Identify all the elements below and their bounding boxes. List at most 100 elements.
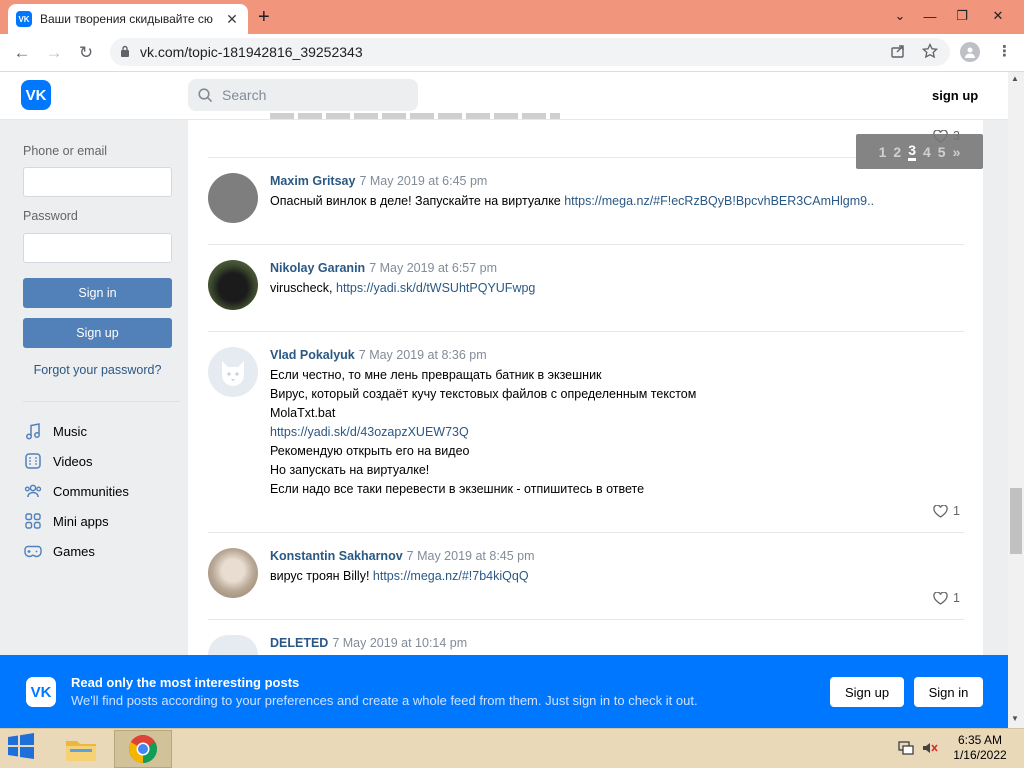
lock-icon bbox=[120, 45, 130, 60]
post-line: вирус троян Billy! bbox=[270, 569, 373, 583]
avatar[interactable] bbox=[208, 347, 258, 397]
share-icon[interactable] bbox=[890, 43, 906, 63]
avatar[interactable] bbox=[208, 173, 258, 223]
back-button[interactable]: ← bbox=[9, 40, 35, 66]
password-field[interactable] bbox=[23, 233, 172, 263]
window-minimize-button[interactable]: — bbox=[915, 2, 945, 30]
page-link-current[interactable]: 3 bbox=[908, 142, 916, 161]
previous-post-text-cutoff bbox=[270, 113, 560, 120]
chrome-taskbar-icon[interactable] bbox=[114, 730, 172, 768]
page-link[interactable]: 4 bbox=[923, 144, 931, 160]
browser-menu-icon[interactable]: ⋮ bbox=[997, 42, 1012, 60]
tab-close-icon[interactable]: ✕ bbox=[224, 11, 240, 28]
scroll-up-arrow-icon[interactable]: ▲ bbox=[1011, 74, 1019, 83]
sidebar-item-label: Mini apps bbox=[53, 513, 109, 529]
sidebar-item-label: Music bbox=[53, 423, 87, 439]
page-next-link[interactable]: » bbox=[953, 144, 961, 160]
videos-icon bbox=[24, 452, 42, 470]
page-link[interactable]: 1 bbox=[879, 144, 887, 160]
avatar[interactable] bbox=[208, 548, 258, 598]
windows-start-icon[interactable] bbox=[6, 733, 40, 763]
post-link[interactable]: https://yadi.sk/d/tWSUhtPQYUFwpg bbox=[336, 281, 535, 295]
search-icon bbox=[198, 87, 213, 102]
post-separator bbox=[208, 244, 964, 245]
sidebar-item-mini-apps[interactable]: Mini apps bbox=[24, 512, 109, 530]
tab-search-chevron-down-icon[interactable]: ⌄ bbox=[885, 2, 915, 30]
page-link[interactable]: 2 bbox=[893, 144, 901, 160]
volume-muted-icon[interactable] bbox=[921, 740, 939, 759]
post-header: DELETED 7 May 2019 at 10:14 pm bbox=[270, 635, 467, 650]
sidebar-item-communities[interactable]: Communities bbox=[24, 482, 129, 500]
post-line: Но запускать на виртуалке! bbox=[270, 463, 430, 477]
communities-icon bbox=[24, 482, 42, 500]
browser-tab[interactable]: VK Ваши творения скидывайте сю ✕ bbox=[8, 4, 248, 34]
like-count: 1 bbox=[953, 591, 960, 605]
tab-title: Ваши творения скидывайте сю bbox=[40, 12, 213, 26]
author-name[interactable]: Vlad Pokalyuk bbox=[270, 348, 355, 362]
sidebar-divider bbox=[23, 401, 180, 402]
scroll-down-arrow-icon[interactable]: ▼ bbox=[1011, 714, 1019, 723]
signup-button[interactable]: Sign up bbox=[23, 318, 172, 348]
file-explorer-taskbar-icon[interactable] bbox=[52, 730, 110, 768]
forward-button[interactable]: → bbox=[41, 40, 67, 66]
author-name[interactable]: DELETED bbox=[270, 636, 328, 650]
post-line: Рекомендую открыть его на видео bbox=[270, 444, 470, 458]
sidebar-item-label: Communities bbox=[53, 483, 129, 499]
search-input[interactable]: Search bbox=[188, 79, 418, 111]
post-date[interactable]: 7 May 2019 at 6:45 pm bbox=[359, 174, 487, 188]
network-icon[interactable] bbox=[898, 740, 914, 759]
post-text: вирус троян Billy! https://mega.nz/#!7b4… bbox=[270, 567, 529, 586]
reload-button[interactable]: ↻ bbox=[73, 40, 99, 66]
sidebar-item-music[interactable]: Music bbox=[24, 422, 87, 440]
post-separator bbox=[208, 532, 964, 533]
heart-icon bbox=[933, 504, 948, 518]
profile-avatar-icon[interactable] bbox=[960, 42, 980, 62]
post-header: Vlad Pokalyuk 7 May 2019 at 8:36 pm bbox=[270, 347, 487, 362]
phone-email-field[interactable] bbox=[23, 167, 172, 197]
sidebar-item-games[interactable]: Games bbox=[24, 542, 95, 560]
post-date[interactable]: 7 May 2019 at 8:36 pm bbox=[359, 348, 487, 362]
taskbar-clock[interactable]: 6:35 AM 1/16/2022 bbox=[940, 733, 1020, 763]
url-text: vk.com/topic-181942816_39252343 bbox=[140, 44, 363, 60]
post-line: Если честно, то мне лень превращать батн… bbox=[270, 368, 602, 382]
post-header: Nikolay Garanin 7 May 2019 at 6:57 pm bbox=[270, 260, 497, 275]
banner-signin-button[interactable]: Sign in bbox=[914, 677, 983, 707]
music-icon bbox=[24, 422, 42, 440]
scrollbar-thumb[interactable] bbox=[1010, 488, 1022, 554]
address-bar[interactable]: vk.com/topic-181942816_39252343 bbox=[110, 38, 950, 66]
post-line: viruscheck, bbox=[270, 281, 336, 295]
new-tab-button[interactable]: + bbox=[258, 4, 270, 30]
signin-button[interactable]: Sign in bbox=[23, 278, 172, 308]
post-link[interactable]: https://mega.nz/#F!ecRzBQyB!BpcvhBER3CAm… bbox=[564, 194, 874, 208]
like-button[interactable]: 1 bbox=[933, 504, 960, 518]
post-link[interactable]: https://mega.nz/#!7b4kiQqQ bbox=[373, 569, 529, 583]
avatar[interactable] bbox=[208, 260, 258, 310]
page-scrollbar[interactable] bbox=[1008, 72, 1024, 728]
post-text: viruscheck, https://yadi.sk/d/tWSUhtPQYU… bbox=[270, 279, 535, 298]
window-close-button[interactable]: ✕ bbox=[983, 2, 1013, 30]
post-date[interactable]: 7 May 2019 at 8:45 pm bbox=[407, 549, 535, 563]
post-separator bbox=[208, 331, 964, 332]
default-dog-avatar-icon bbox=[222, 361, 244, 386]
author-name[interactable]: Konstantin Sakharnov bbox=[270, 549, 403, 563]
banner-signup-button[interactable]: Sign up bbox=[830, 677, 904, 707]
like-button[interactable]: 1 bbox=[933, 591, 960, 605]
author-name[interactable]: Nikolay Garanin bbox=[270, 261, 365, 275]
header-signup-link[interactable]: sign up bbox=[932, 88, 978, 103]
author-name[interactable]: Maxim Gritsay bbox=[270, 174, 355, 188]
vk-logo[interactable]: VK bbox=[21, 80, 51, 110]
post-date[interactable]: 7 May 2019 at 6:57 pm bbox=[369, 261, 497, 275]
pagination: 1 2 3 4 5 » bbox=[856, 134, 983, 169]
like-count: 1 bbox=[953, 504, 960, 518]
games-icon bbox=[24, 542, 42, 560]
banner-title: Read only the most interesting posts bbox=[71, 675, 300, 690]
forgot-password-link[interactable]: Forgot your password? bbox=[23, 363, 172, 377]
post-date[interactable]: 7 May 2019 at 10:14 pm bbox=[332, 636, 467, 650]
sidebar-item-videos[interactable]: Videos bbox=[24, 452, 93, 470]
post-text: Опасный винлок в деле! Запускайте на вир… bbox=[270, 192, 874, 211]
vk-logo: VK bbox=[26, 677, 56, 707]
window-restore-button[interactable]: ❐ bbox=[947, 2, 977, 30]
post-link[interactable]: https://yadi.sk/d/43ozapzXUEW73Q bbox=[270, 423, 696, 442]
page-link[interactable]: 5 bbox=[938, 144, 946, 160]
bookmark-star-icon[interactable] bbox=[921, 42, 939, 63]
